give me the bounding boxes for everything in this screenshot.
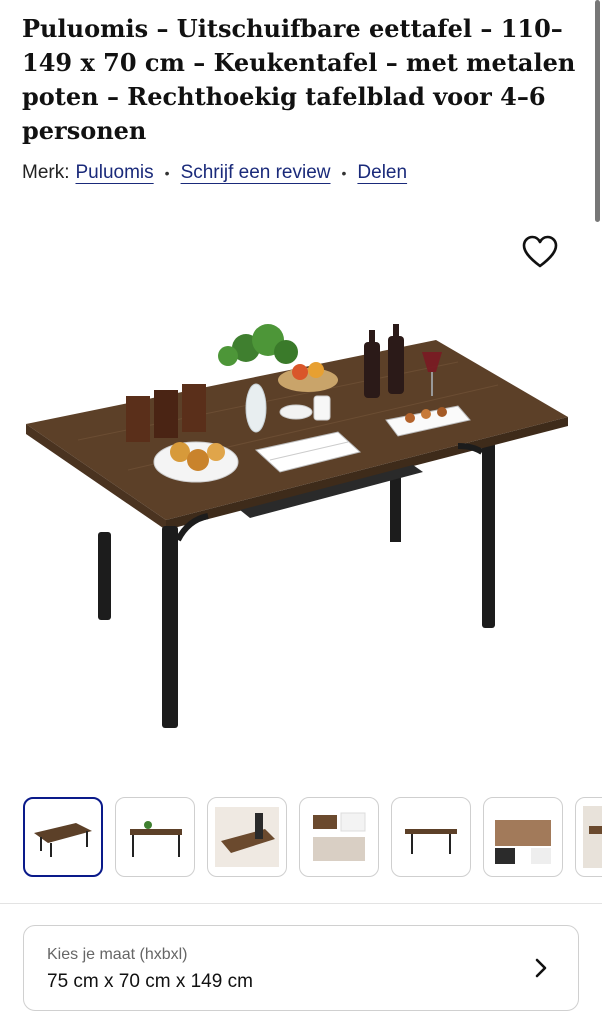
product-meta: Merk: Puluomis • Schrijf een review • De… (22, 162, 407, 184)
separator-dot: • (164, 165, 170, 181)
thumbnail-2[interactable] (115, 797, 195, 877)
thumbnail-image (34, 823, 92, 857)
thumbnail-3[interactable] (207, 797, 287, 877)
brand-prefix: Merk: (22, 162, 70, 183)
extendable-table-illustration (26, 324, 568, 728)
thumbnail-strip[interactable] (23, 797, 602, 879)
size-selector-label: Kies je maat (hxbxl) (47, 946, 188, 963)
product-main-image[interactable] (18, 300, 588, 740)
section-divider (0, 903, 602, 904)
thumbnail-image (313, 812, 366, 861)
thumbnail-image (583, 806, 602, 868)
thumbnail-image (405, 829, 457, 854)
heart-outline-icon (522, 235, 558, 268)
separator-dot: • (341, 165, 347, 181)
thumbnail-7[interactable] (575, 797, 602, 877)
thumbnail-6[interactable] (483, 797, 563, 877)
thumbnail-image (215, 807, 279, 867)
share-link[interactable]: Delen (357, 162, 407, 184)
page-scrollbar[interactable] (595, 0, 600, 222)
chevron-right-icon (535, 958, 547, 978)
thumbnail-image (495, 820, 551, 864)
brand-link[interactable]: Puluomis (76, 162, 154, 184)
favorite-button[interactable] (520, 234, 560, 270)
thumbnail-image (130, 821, 182, 857)
thumbnail-1[interactable] (23, 797, 103, 877)
product-title: Puluomis – Uitschuifbare eettafel – 110–… (22, 14, 576, 145)
write-review-link[interactable]: Schrijf een review (181, 162, 331, 184)
thumbnail-4[interactable] (299, 797, 379, 877)
thumbnail-5[interactable] (391, 797, 471, 877)
size-selector-value: 75 cm x 70 cm x 149 cm (47, 971, 253, 992)
size-selector[interactable]: Kies je maat (hxbxl) 75 cm x 70 cm x 149… (23, 925, 579, 1011)
